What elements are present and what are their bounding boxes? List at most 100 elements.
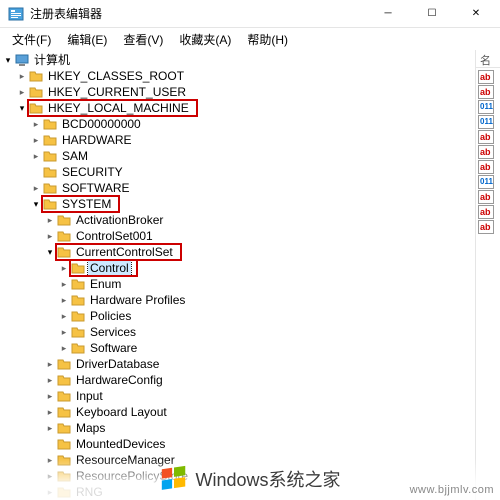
- tree-label: Maps: [74, 420, 107, 436]
- tree-node-security[interactable]: SECURITY: [2, 164, 475, 180]
- tree-node-controlset001[interactable]: ▸ ControlSet001: [2, 228, 475, 244]
- menu-favorites[interactable]: 收藏夹(A): [173, 29, 237, 50]
- watermark-url: www.bjjmlv.com: [410, 484, 494, 496]
- tree-label: Services: [88, 324, 138, 340]
- tree-node-resourcemanager[interactable]: ▸ ResourceManager: [2, 452, 475, 468]
- expand-icon[interactable]: ▸: [44, 454, 56, 466]
- folder-icon: [43, 133, 57, 147]
- tree-label: HARDWARE: [60, 132, 134, 148]
- tree-node-hkcu[interactable]: ▸ HKEY_CURRENT_USER: [2, 84, 475, 100]
- expand-icon[interactable]: ▸: [44, 470, 56, 482]
- tree-label: ActivationBroker: [74, 212, 165, 228]
- close-button[interactable]: ✕: [454, 0, 498, 28]
- tree-label: ResourcePolicyStore: [74, 468, 190, 484]
- tree-node-hkcr[interactable]: ▸ HKEY_CLASSES_ROOT: [2, 68, 475, 84]
- expand-icon[interactable]: ▸: [30, 182, 42, 194]
- expand-icon[interactable]: ▸: [58, 326, 70, 338]
- folder-icon: [29, 85, 43, 99]
- tree-node-resourcepolicystore[interactable]: ▸ ResourcePolicyStore: [2, 468, 475, 484]
- expand-icon[interactable]: ▸: [44, 214, 56, 226]
- tree-node-bcd[interactable]: ▸ BCD00000000: [2, 116, 475, 132]
- expand-icon[interactable]: ▸: [44, 374, 56, 386]
- expand-icon[interactable]: ▸: [44, 390, 56, 402]
- folder-icon: [29, 69, 43, 83]
- value-icons: ab ab 011 011 ab ab ab 011 ab ab ab: [476, 68, 500, 237]
- folder-icon: [57, 357, 71, 371]
- tree-label: Hardware Profiles: [88, 292, 187, 308]
- tree-node-services[interactable]: ▸ Services: [2, 324, 475, 340]
- expand-icon[interactable]: ▸: [58, 278, 70, 290]
- expand-icon[interactable]: ▸: [30, 118, 42, 130]
- expand-icon[interactable]: ▸: [58, 342, 70, 354]
- regedit-icon: [8, 6, 24, 22]
- menu-file[interactable]: 文件(F): [6, 29, 57, 50]
- expand-icon[interactable]: ▸: [58, 294, 70, 306]
- menu-help[interactable]: 帮助(H): [241, 29, 294, 50]
- folder-icon: [57, 373, 71, 387]
- folder-icon: [57, 405, 71, 419]
- expand-icon[interactable]: ▾: [16, 102, 28, 114]
- expand-icon[interactable]: ▾: [44, 246, 56, 258]
- expand-icon[interactable]: ▸: [16, 70, 28, 82]
- tree-node-activationbroker[interactable]: ▸ ActivationBroker: [2, 212, 475, 228]
- tree-node-maps[interactable]: ▸ Maps: [2, 420, 475, 436]
- tree-node-computer[interactable]: ▾ 计算机: [2, 52, 475, 68]
- folder-icon: [29, 101, 43, 115]
- folder-icon: [57, 229, 71, 243]
- tree-node-sam[interactable]: ▸ SAM: [2, 148, 475, 164]
- expand-icon[interactable]: ▸: [44, 422, 56, 434]
- expand-icon[interactable]: ▸: [30, 134, 42, 146]
- menu-edit[interactable]: 编辑(E): [61, 29, 113, 50]
- tree-node-software-ccs[interactable]: ▸ Software: [2, 340, 475, 356]
- tree-node-hardwareconfig[interactable]: ▸ HardwareConfig: [2, 372, 475, 388]
- tree-node-keyboardlayout[interactable]: ▸ Keyboard Layout: [2, 404, 475, 420]
- expand-icon[interactable]: ▾: [30, 198, 42, 210]
- spacer-icon: [30, 166, 42, 178]
- tree-pane[interactable]: ▾ 计算机 ▸ HKEY_CLASSES_ROOT ▸ HKEY_CURRENT…: [0, 50, 476, 500]
- minimize-button[interactable]: ─: [366, 0, 410, 28]
- tree-node-control[interactable]: ▸ Control: [2, 260, 475, 276]
- tree-label: Keyboard Layout: [74, 404, 169, 420]
- maximize-button[interactable]: ☐: [410, 0, 454, 28]
- expand-icon[interactable]: ▸: [44, 486, 56, 498]
- reg-sz-icon: ab: [478, 145, 494, 159]
- tree-node-policies[interactable]: ▸ Policies: [2, 308, 475, 324]
- reg-binary-icon: 011: [478, 100, 494, 114]
- expand-icon[interactable]: ▸: [44, 406, 56, 418]
- expand-icon[interactable]: ▸: [58, 262, 70, 274]
- tree-node-hwprofiles[interactable]: ▸ Hardware Profiles: [2, 292, 475, 308]
- folder-icon: [57, 421, 71, 435]
- reg-sz-icon: ab: [478, 160, 494, 174]
- column-header-name[interactable]: 名: [476, 50, 500, 68]
- computer-icon: [15, 53, 29, 67]
- tree-label: ControlSet001: [74, 228, 155, 244]
- folder-icon: [71, 309, 85, 323]
- expand-icon[interactable]: ▸: [16, 86, 28, 98]
- folder-icon: [71, 261, 85, 275]
- tree-node-system[interactable]: ▾ SYSTEM: [2, 196, 475, 212]
- tree-node-driverdatabase[interactable]: ▸ DriverDatabase: [2, 356, 475, 372]
- tree-label: Policies: [88, 308, 133, 324]
- tree-label: 计算机: [32, 52, 72, 68]
- content-area: ▾ 计算机 ▸ HKEY_CLASSES_ROOT ▸ HKEY_CURRENT…: [0, 50, 500, 500]
- tree-label: HardwareConfig: [74, 372, 165, 388]
- tree-label: MountedDevices: [74, 436, 167, 452]
- tree-label: DriverDatabase: [74, 356, 161, 372]
- expand-icon[interactable]: ▸: [44, 230, 56, 242]
- tree-node-mounteddevices[interactable]: MountedDevices: [2, 436, 475, 452]
- tree-node-rng[interactable]: ▸ RNG: [2, 484, 475, 500]
- tree-node-hklm[interactable]: ▾ HKEY_LOCAL_MACHINE: [2, 100, 475, 116]
- tree-node-enum[interactable]: ▸ Enum: [2, 276, 475, 292]
- expand-icon[interactable]: ▾: [2, 54, 14, 66]
- tree-node-input[interactable]: ▸ Input: [2, 388, 475, 404]
- tree-node-hardware[interactable]: ▸ HARDWARE: [2, 132, 475, 148]
- expand-icon[interactable]: ▸: [30, 150, 42, 162]
- tree-label: Input: [74, 388, 105, 404]
- tree-label: SYSTEM: [60, 196, 113, 212]
- folder-icon: [71, 341, 85, 355]
- tree-node-currentcontrolset[interactable]: ▾ CurrentControlSet: [2, 244, 475, 260]
- expand-icon[interactable]: ▸: [44, 358, 56, 370]
- tree-node-software-hklm[interactable]: ▸ SOFTWARE: [2, 180, 475, 196]
- expand-icon[interactable]: ▸: [58, 310, 70, 322]
- menu-view[interactable]: 查看(V): [117, 29, 169, 50]
